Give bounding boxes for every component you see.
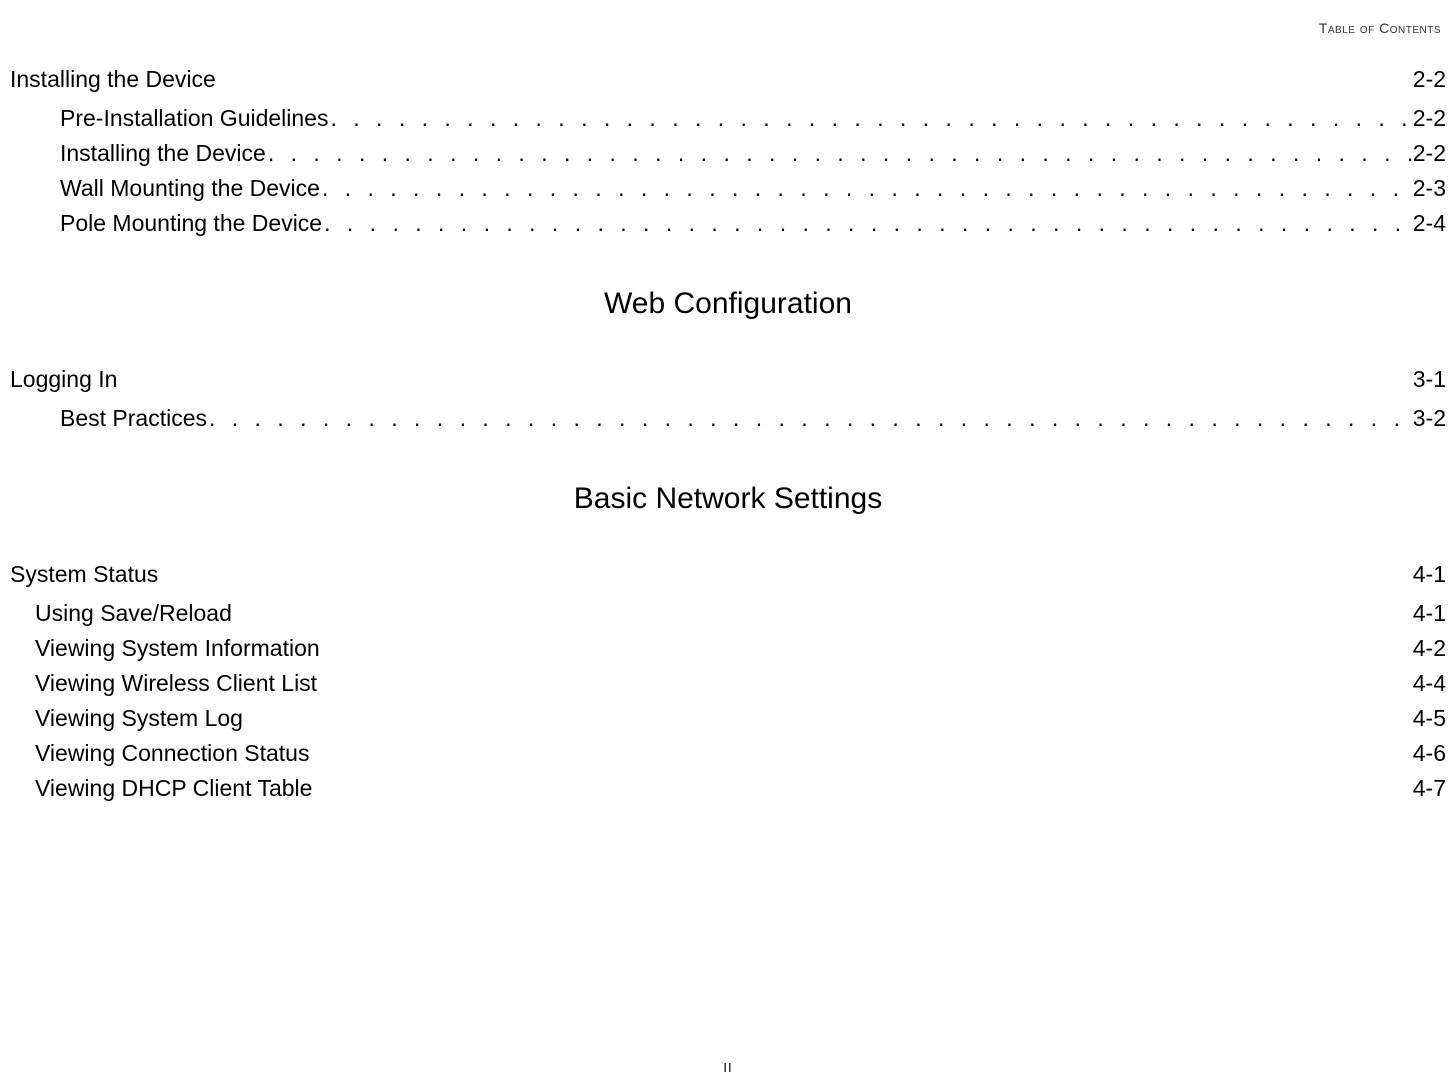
sub-title: Using Save/Reload <box>35 600 232 627</box>
chapter-title: Installing the Device <box>10 66 216 93</box>
sub-page: 4-2 <box>1413 635 1446 662</box>
dot-leader: . . . . . . . . . . . . . . . . . . . . … <box>207 405 1413 432</box>
sub-page: 4-6 <box>1413 740 1446 767</box>
dot-leader: . . . . . . . . . . . . . . . . . . . . … <box>322 210 1413 237</box>
chapter-title: Logging In <box>10 366 117 393</box>
sub-page: 2-2 <box>1413 140 1446 167</box>
toc-chapter: System Status 4-1 <box>10 561 1446 588</box>
dot-leader: . . . . . . . . . . . . . . . . . . . . … <box>320 175 1413 202</box>
page-number: II <box>723 1060 732 1075</box>
sub-title: Viewing System Information <box>35 635 320 662</box>
header-label: Table of Contents <box>10 20 1446 36</box>
toc-sub-entry: Pole Mounting the Device . . . . . . . .… <box>10 210 1446 237</box>
sub-page: 2-2 <box>1413 105 1446 132</box>
toc-sub-entry: Pre-Installation Guidelines . . . . . . … <box>10 105 1446 132</box>
sub-page: 2-3 <box>1413 175 1446 202</box>
sub-page: 3-2 <box>1413 405 1446 432</box>
sub-title: Pre-Installation Guidelines <box>60 105 328 132</box>
sub-page: 4-1 <box>1413 600 1446 627</box>
toc-sub-entry: Viewing Wireless Client List 4-4 <box>10 670 1446 697</box>
toc-sub-entry: Viewing DHCP Client Table 4-7 <box>10 775 1446 802</box>
toc-sub-entry: Installing the Device . . . . . . . . . … <box>10 140 1446 167</box>
chapter-title: System Status <box>10 561 158 588</box>
toc-chapter: Logging In 3-1 <box>10 366 1446 393</box>
sub-title: Pole Mounting the Device <box>60 210 322 237</box>
sub-title: Best Practices <box>60 405 207 432</box>
sub-title: Wall Mounting the Device <box>60 175 320 202</box>
dot-leader: . . . . . . . . . . . . . . . . . . . . … <box>328 105 1412 132</box>
toc-sub-entry: Viewing System Information 4-2 <box>10 635 1446 662</box>
sub-page: 2-4 <box>1413 210 1446 237</box>
sub-title: Installing the Device <box>60 140 266 167</box>
toc-sub-entry: Wall Mounting the Device . . . . . . . .… <box>10 175 1446 202</box>
toc-sub-entry: Using Save/Reload 4-1 <box>10 600 1446 627</box>
dot-leader: . . . . . . . . . . . . . . . . . . . . … <box>266 140 1413 167</box>
sub-title: Viewing Connection Status <box>35 740 309 767</box>
section-heading: Basic Network Settings <box>10 482 1446 516</box>
sub-page: 4-4 <box>1413 670 1446 697</box>
toc-sub-entry: Best Practices . . . . . . . . . . . . .… <box>10 405 1446 432</box>
toc-chapter: Installing the Device 2-2 <box>10 66 1446 93</box>
sub-title: Viewing Wireless Client List <box>35 670 317 697</box>
sub-title: Viewing DHCP Client Table <box>35 775 312 802</box>
section-heading: Web Configuration <box>10 287 1446 321</box>
toc-sub-entry: Viewing Connection Status 4-6 <box>10 740 1446 767</box>
sub-page: 4-7 <box>1413 775 1446 802</box>
chapter-page: 3-1 <box>1413 366 1446 393</box>
chapter-page: 2-2 <box>1413 66 1446 93</box>
sub-title: Viewing System Log <box>35 705 243 732</box>
sub-page: 4-5 <box>1413 705 1446 732</box>
toc-sub-entry: Viewing System Log 4-5 <box>10 705 1446 732</box>
chapter-page: 4-1 <box>1413 561 1446 588</box>
